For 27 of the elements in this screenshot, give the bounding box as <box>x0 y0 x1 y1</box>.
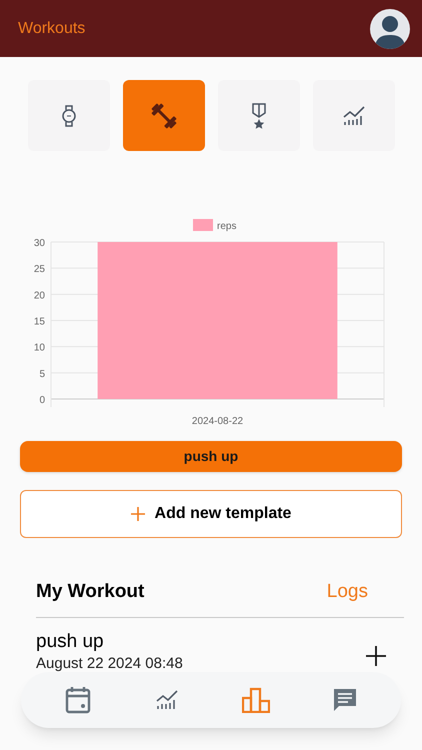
y-tick-label: 10 <box>34 342 45 354</box>
app-title: Workouts <box>18 18 86 38</box>
avatar-icon[interactable] <box>370 8 410 48</box>
y-tick-label: 30 <box>34 238 45 249</box>
section-title: My Workout <box>36 580 144 604</box>
trend-chart-icon <box>343 106 365 126</box>
workout-name: push up <box>36 630 105 654</box>
y-tick-label: 5 <box>39 368 45 380</box>
x-tick-label: 2024-08-22 <box>192 416 244 427</box>
exercise-button[interactable]: push up <box>20 441 402 472</box>
trend-chart-icon <box>156 690 178 710</box>
y-tick-label: 15 <box>34 316 45 328</box>
podium-chart-icon <box>242 687 270 713</box>
add-template-button[interactable]: Add new template <box>20 490 402 538</box>
medal-icon <box>251 102 267 128</box>
workout-date: August 22 2024 08:48 <box>36 654 183 674</box>
plus-icon <box>130 507 145 521</box>
category-tab[interactable] <box>123 80 205 151</box>
y-tick-label: 20 <box>34 290 45 302</box>
y-tick-label: 0 <box>39 395 45 406</box>
chat-icon <box>332 687 358 713</box>
y-tick-label: 25 <box>34 264 45 276</box>
legend-label: reps <box>217 221 236 232</box>
dumbbell-icon <box>150 102 178 130</box>
calendar-icon <box>64 686 90 714</box>
add-icon[interactable] <box>366 646 386 666</box>
watch-icon <box>62 104 76 126</box>
